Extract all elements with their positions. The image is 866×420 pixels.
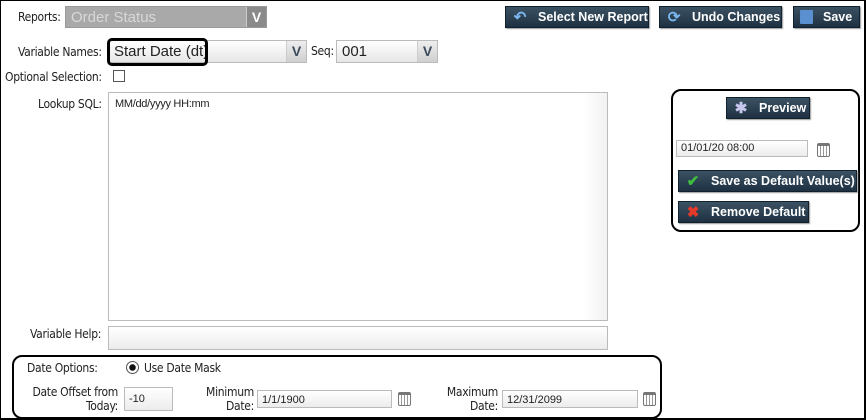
gear-icon: ✱ <box>734 100 748 117</box>
reports-value: Order Status <box>71 9 157 26</box>
button-label: Save as Default Value(s) <box>711 174 855 188</box>
preview-button[interactable]: ✱ Preview <box>726 97 810 119</box>
seq-label: Seq: <box>311 44 334 58</box>
lookup-sql-label: Lookup SQL: <box>38 97 102 111</box>
label-line: Today: <box>86 399 118 413</box>
calendar-icon[interactable] <box>817 143 830 157</box>
use-date-mask-radio[interactable] <box>126 361 139 374</box>
reports-label: Reports: <box>18 10 61 24</box>
variable-help-input[interactable] <box>108 326 608 350</box>
minimum-date-input[interactable]: 1/1/1900 <box>257 390 392 408</box>
date-offset-input[interactable]: -10 <box>124 387 173 411</box>
floppy-disk-icon <box>800 10 813 24</box>
seq-select[interactable]: 001 V <box>336 40 438 63</box>
button-label: Save <box>823 10 853 24</box>
variable-names-label: Variable Names: <box>18 45 102 59</box>
select-new-report-button[interactable]: ↶ Select New Report <box>505 6 649 28</box>
calendar-icon[interactable] <box>643 392 656 406</box>
button-label: Select New Report <box>538 10 648 24</box>
label-line: Maximum <box>446 385 498 399</box>
x-icon: ✖ <box>686 204 700 221</box>
button-label: Preview <box>759 101 807 115</box>
undo-changes-button[interactable]: ⟳ Undo Changes <box>659 6 782 28</box>
minimum-date-label: Minimum Date: <box>190 385 254 413</box>
preview-date-input[interactable]: 01/01/20 08:00 <box>676 140 808 157</box>
highlight-outline <box>107 38 208 66</box>
optional-selection-label: Optional Selection: <box>5 70 102 84</box>
undo-arrow-icon: ↶ <box>513 9 527 26</box>
optional-selection-checkbox[interactable] <box>113 70 125 82</box>
reports-select[interactable]: Order Status V <box>65 6 267 28</box>
save-default-button[interactable]: ✔ Save as Default Value(s) <box>678 170 857 192</box>
maximum-date-label: Maximum Date: <box>430 385 498 413</box>
button-label: Remove Default <box>711 205 806 219</box>
label-line: Date: <box>226 399 254 413</box>
maximum-date-input[interactable]: 12/31/2099 <box>502 390 638 408</box>
calendar-icon[interactable] <box>398 392 411 406</box>
variable-help-label: Variable Help: <box>30 327 102 341</box>
date-offset-label: Date Offset from Today: <box>20 385 118 413</box>
remove-default-button[interactable]: ✖ Remove Default <box>678 201 809 223</box>
label-line: Date: <box>470 399 498 413</box>
save-button[interactable]: Save <box>793 6 860 28</box>
label-line: Minimum <box>206 385 254 399</box>
lookup-sql-textarea[interactable]: MM/dd/yyyy HH:mm <box>108 92 608 321</box>
use-date-mask-label: Use Date Mask <box>144 361 221 375</box>
date-options-label: Date Options: <box>27 361 98 375</box>
checkmark-icon: ✔ <box>686 173 700 190</box>
refresh-icon: ⟳ <box>667 9 681 26</box>
label-line: Date Offset from <box>32 385 118 399</box>
chevron-down-icon: V <box>246 7 266 27</box>
chevron-down-icon: V <box>417 41 437 62</box>
button-label: Undo Changes <box>692 10 781 24</box>
chevron-down-icon: V <box>286 41 306 62</box>
seq-value: 001 <box>342 43 368 60</box>
